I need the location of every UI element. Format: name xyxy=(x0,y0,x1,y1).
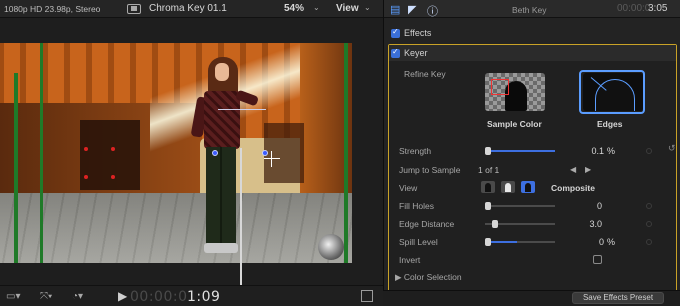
spill-level-slider[interactable] xyxy=(485,238,555,246)
strength-label: Strength xyxy=(399,146,432,156)
invert-label: Invert xyxy=(399,255,421,265)
viewer-toolbar: 1080p HD 23.98p, Stereo Chroma Key 01.1 … xyxy=(0,0,383,18)
crosshair-cursor-icon xyxy=(264,151,280,167)
edges-selection-ring xyxy=(579,70,645,114)
video-frame[interactable] xyxy=(0,43,352,263)
effects-label: Effects xyxy=(404,28,432,38)
clip-title: Beth Key xyxy=(512,5,547,15)
transform-icon[interactable]: ⤧▾ xyxy=(40,291,52,302)
tab-info-inspector-icon[interactable]: ⓘ xyxy=(427,3,438,19)
view-mode-value: Composite xyxy=(551,183,595,193)
jump-to-sample-value: 1 of 1 xyxy=(478,165,500,175)
strength-slider[interactable] xyxy=(485,147,555,155)
view-original-icon[interactable] xyxy=(501,181,515,193)
inspector: ▤ ◤ ⓘ Beth Key 00:00:0 3:05 Effects Keye… xyxy=(383,0,680,306)
keyer-header: Keyer xyxy=(389,45,676,61)
reset-icon[interactable]: ↺ xyxy=(668,143,676,154)
spill-level-unit: % xyxy=(607,237,616,247)
tab-color-inspector-icon[interactable]: ◤ xyxy=(408,3,416,16)
timecode-leading: 00:00:0 xyxy=(130,289,188,305)
save-effects-preset-button[interactable]: Save Effects Preset xyxy=(572,292,664,304)
timecode: 1:09 xyxy=(187,289,221,305)
keyer-checkbox[interactable] xyxy=(391,47,400,58)
spill-level-label: Spill Level xyxy=(399,237,438,247)
fullscreen-icon[interactable] xyxy=(361,290,373,302)
view-mode-label: View xyxy=(399,183,418,193)
previous-sample-icon[interactable]: ◀ xyxy=(570,165,576,174)
speed-icon[interactable]: ◔▾ xyxy=(72,291,83,302)
effects-checkbox[interactable] xyxy=(391,27,400,38)
refine-key-label: Refine Key xyxy=(404,69,446,79)
playhead[interactable] xyxy=(240,148,242,306)
keyframe-icon[interactable] xyxy=(646,203,652,209)
keyframe-icon[interactable] xyxy=(646,148,652,154)
view-matte-icon[interactable] xyxy=(481,181,495,193)
chevron-down-icon[interactable]: ⌄ xyxy=(364,3,371,12)
color-selection-label: Color Selection xyxy=(403,272,462,282)
strength-unit: % xyxy=(607,146,616,156)
spill-level-value[interactable]: 0 xyxy=(580,237,604,247)
viewer: 1080p HD 23.98p, Stereo Chroma Key 01.1 … xyxy=(0,0,383,306)
chevron-down-icon[interactable]: ⌄ xyxy=(313,3,320,12)
keyer-label: Keyer xyxy=(404,48,428,58)
format-label: 1080p HD 23.98p, Stereo xyxy=(4,4,101,14)
tab-video-inspector-icon[interactable]: ▤ xyxy=(390,3,400,16)
fill-holes-label: Fill Holes xyxy=(399,201,434,211)
inspector-timecode-leading: 00:00:0 xyxy=(617,3,651,14)
next-sample-icon[interactable]: ▶ xyxy=(585,165,591,174)
strength-value[interactable]: 0.1 xyxy=(580,146,604,156)
sample-line xyxy=(218,109,266,110)
subject xyxy=(190,57,262,257)
invert-checkbox[interactable] xyxy=(593,255,602,264)
keyframe-icon[interactable] xyxy=(646,221,652,227)
inspector-timecode: 3:05 xyxy=(648,3,668,14)
inspector-header: ▤ ◤ ⓘ Beth Key 00:00:0 3:05 xyxy=(384,0,680,18)
effects-section: Effects xyxy=(384,24,680,42)
edges-label: Edges xyxy=(597,119,623,129)
layout-icon[interactable]: ▭▾ xyxy=(6,291,20,302)
keyframe-icon[interactable] xyxy=(646,239,652,245)
clip-name: Chroma Key 01.1 xyxy=(149,3,227,14)
sample-color-label: Sample Color xyxy=(487,119,542,129)
jump-to-sample-label: Jump to Sample xyxy=(399,165,461,175)
clip-icon xyxy=(127,4,141,14)
edge-distance-label: Edge Distance xyxy=(399,219,455,229)
fill-holes-slider[interactable] xyxy=(485,202,555,210)
zoom-menu[interactable]: 54% xyxy=(284,3,304,14)
transport-bar: ▭▾ ⤧▾ ◔▾ ▶ 00:00:0 1:09 xyxy=(0,285,383,306)
view-menu[interactable]: View xyxy=(336,3,359,14)
sample-point-handle[interactable] xyxy=(212,150,218,156)
edge-distance-value[interactable]: 3.0 xyxy=(574,219,602,229)
edge-distance-slider[interactable] xyxy=(485,220,555,228)
color-selection-disclosure[interactable]: ▶ Color Selection xyxy=(395,272,462,283)
play-button[interactable]: ▶ xyxy=(118,289,127,303)
fill-holes-value[interactable]: 0 xyxy=(574,201,602,211)
sample-color-thumbnail[interactable] xyxy=(485,73,545,111)
view-composite-icon[interactable] xyxy=(521,181,535,193)
